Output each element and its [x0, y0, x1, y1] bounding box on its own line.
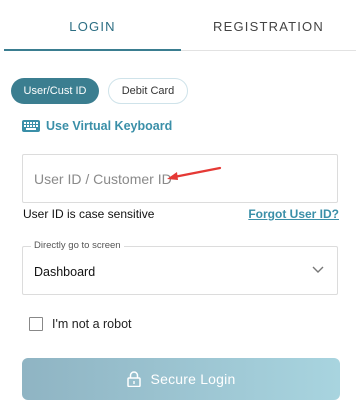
keyboard-icon	[22, 120, 40, 132]
captcha-row: I'm not a robot	[29, 317, 132, 331]
login-tabs: LOGIN REGISTRATION	[0, 0, 360, 52]
case-sensitive-note: User ID is case sensitive	[23, 207, 155, 221]
annotation-arrow-icon	[167, 166, 222, 180]
screen-select[interactable]: Directly go to screen Dashboard	[22, 240, 338, 295]
tab-login[interactable]: LOGIN	[4, 0, 181, 51]
robot-checkbox[interactable]	[29, 317, 43, 331]
virtual-keyboard-link[interactable]: Use Virtual Keyboard	[22, 118, 172, 134]
debit-card-toggle[interactable]: Debit Card	[108, 78, 188, 104]
chevron-down-icon	[312, 266, 324, 273]
virtual-keyboard-label: Use Virtual Keyboard	[46, 119, 173, 133]
forgot-user-id-link[interactable]: Forgot User ID?	[248, 207, 339, 221]
secure-login-button[interactable]: Secure Login	[22, 358, 340, 400]
screen-select-value: Dashboard	[34, 265, 96, 279]
user-cust-id-toggle[interactable]: User/Cust ID	[11, 78, 99, 104]
secure-login-label: Secure Login	[150, 371, 236, 387]
captcha-label: I'm not a robot	[52, 317, 132, 331]
screen-select-legend: Directly go to screen	[31, 240, 124, 251]
tab-registration[interactable]: REGISTRATION	[181, 0, 356, 51]
lock-icon	[126, 371, 141, 387]
